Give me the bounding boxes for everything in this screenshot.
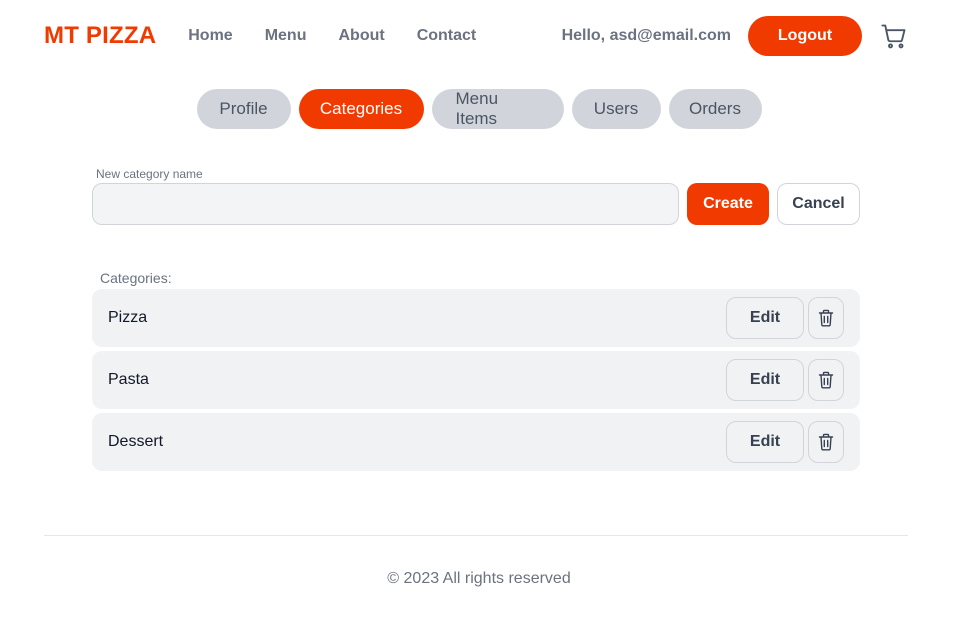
category-row: Dessert Edit	[92, 413, 860, 471]
site-header: MT PIZZA Home Menu About Contact Hello, …	[44, 14, 908, 58]
tab-orders[interactable]: Orders	[668, 89, 762, 129]
logout-button[interactable]: Logout	[748, 16, 862, 56]
create-button[interactable]: Create	[687, 183, 769, 225]
new-category-input[interactable]	[92, 183, 679, 225]
nav-contact[interactable]: Contact	[417, 27, 477, 45]
trash-icon	[818, 371, 834, 389]
edit-button[interactable]: Edit	[726, 359, 804, 401]
nav-about[interactable]: About	[338, 27, 384, 45]
categories-list: Pizza Edit Pasta Edit Dessert Edit	[92, 289, 860, 475]
nav-menu[interactable]: Menu	[265, 27, 307, 45]
new-category-label: New category name	[96, 167, 203, 181]
delete-button[interactable]	[808, 421, 844, 463]
tab-users[interactable]: Users	[571, 89, 661, 129]
delete-button[interactable]	[808, 297, 844, 339]
edit-button[interactable]: Edit	[726, 421, 804, 463]
categories-heading: Categories:	[100, 270, 172, 286]
main-nav: Home Menu About Contact	[172, 27, 492, 45]
nav-home[interactable]: Home	[188, 27, 232, 45]
user-greeting: Hello, asd@email.com	[561, 27, 731, 44]
category-row: Pasta Edit	[92, 351, 860, 409]
tab-profile[interactable]: Profile	[196, 89, 291, 129]
admin-tabs: Profile Categories Menu Items Users Orde…	[0, 89, 958, 129]
tab-menu-items[interactable]: Menu Items	[431, 89, 564, 129]
category-name: Dessert	[108, 433, 164, 450]
cart-icon[interactable]	[880, 22, 908, 50]
logo[interactable]: MT PIZZA	[44, 22, 156, 50]
cancel-button[interactable]: Cancel	[777, 183, 860, 225]
footer-divider	[44, 535, 908, 536]
footer-copyright: © 2023 All rights reserved	[387, 570, 571, 587]
tab-categories[interactable]: Categories	[298, 89, 424, 129]
delete-button[interactable]	[808, 359, 844, 401]
trash-icon	[818, 309, 834, 327]
category-row: Pizza Edit	[92, 289, 860, 347]
edit-button[interactable]: Edit	[726, 297, 804, 339]
category-name: Pizza	[108, 309, 148, 326]
category-name: Pasta	[108, 371, 149, 388]
trash-icon	[818, 433, 834, 451]
